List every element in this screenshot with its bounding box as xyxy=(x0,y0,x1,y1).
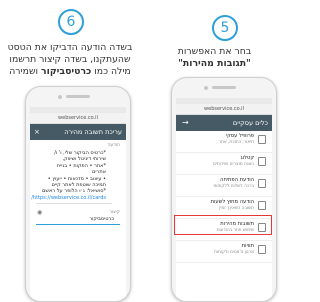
close-icon[interactable]: × xyxy=(34,124,40,140)
catalog-icon xyxy=(258,157,266,166)
message-field[interactable]: *כרטיס הביקור שלי, ו' ו/ שירותי דיגיטל ו… xyxy=(31,148,112,205)
appbar-title: כלים עסקיים xyxy=(232,119,268,127)
list-item-title: תוויות xyxy=(241,243,254,249)
step6-line-3: מילה כמו כרטיסביקור ושמירה xyxy=(9,66,131,77)
message-line: *אתר • הפקות • בניית אתרים xyxy=(56,162,106,176)
message-label: הודעה xyxy=(107,143,120,148)
label-icon xyxy=(258,245,266,254)
phone-left: webservice.co.il עריכת תשובה מהירה × הוד… xyxy=(25,86,131,302)
shortcut-word: כרטיסביקור xyxy=(41,66,92,77)
camera-icon[interactable]: ◉ xyxy=(37,209,42,216)
list-item-subtitle: תיאור, כתובת, אתר xyxy=(218,140,254,145)
phone-screen: webservice.co.il עריכת תשובה מהירה × הוד… xyxy=(30,107,126,301)
phone-right: webservice.co.il כלים עסקיים → פרופיל עס… xyxy=(171,77,277,302)
message-line: https://webservice.co.il/cards/ xyxy=(31,194,106,201)
list-item-subtitle: תשובה כשאינך זמין xyxy=(219,206,254,211)
phone-screen: webservice.co.il כלים עסקיים → פרופיל עס… xyxy=(176,98,272,301)
step5-instruction: בחר את האפשרות "תגובות מהירות" xyxy=(150,46,279,70)
list-item-subtitle: ארגון צ'אטים ולקוחות xyxy=(214,250,254,255)
appbar-title: עריכת תשובה מהירה xyxy=(64,128,122,136)
list-item-catalog[interactable]: קטלוג הצגת מוצרים ושירותים xyxy=(176,153,272,175)
phone-camera xyxy=(58,94,62,99)
step-number-6: 6 xyxy=(58,9,84,35)
step6-instruction: בשדה הודעה הדביקו את הטסט שהעתקנו, בשדה … xyxy=(0,42,140,78)
url-bar[interactable]: webservice.co.il xyxy=(176,104,272,115)
step5-line-2: "תגובות מהירות" xyxy=(178,58,251,69)
phone-speaker xyxy=(66,95,90,98)
step-number-5: 5 xyxy=(212,15,238,41)
list-item-greeting[interactable]: הודעת הפתיחה ברכה לשלוח ללקוחות xyxy=(176,175,272,197)
list-item-subtitle: הצגת מוצרים ושירותים xyxy=(213,162,254,167)
store-icon xyxy=(258,135,266,144)
edit-quick-reply-appbar: עריכת תשובה מהירה × xyxy=(30,124,126,140)
business-tools-appbar: כלים עסקיים → xyxy=(176,115,272,131)
quick-replies-highlight xyxy=(174,215,272,235)
list-item-business-profile[interactable]: פרופיל עסקי תיאור, כתובת, אתר xyxy=(176,131,272,153)
list-item-title: פרופיל עסקי xyxy=(225,133,254,139)
back-arrow-icon[interactable]: → xyxy=(182,115,189,131)
shortcut-label: קיצור xyxy=(109,210,120,216)
url-bar[interactable]: webservice.co.il xyxy=(30,113,126,124)
greeting-icon xyxy=(258,179,266,188)
step5-line-1: בחר את האפשרות xyxy=(177,46,252,57)
step6-line-1: בשדה הודעה הדביקו את הטסט xyxy=(7,42,133,53)
list-item-title: קטלוג xyxy=(240,155,254,161)
list-item-title: הודעה מחוץ לשעות xyxy=(210,199,254,205)
message-line: *סושיאל: ג׳ו הלופר על ראשם xyxy=(42,188,106,195)
away-icon xyxy=(258,201,266,210)
phone-camera xyxy=(204,85,208,90)
list-item-title: הודעת הפתיחה xyxy=(220,177,254,183)
step6-line-2: שהעתקנו, בשדה קיצור תרשמו xyxy=(9,54,131,65)
list-item-subtitle: ברכה לשלוח ללקוחות xyxy=(213,184,254,189)
list-item-labels[interactable]: תוויות ארגון צ'אטים ולקוחות xyxy=(176,241,272,263)
phone-speaker xyxy=(212,86,236,89)
shortcut-field[interactable]: כרטיסביקור xyxy=(36,215,120,226)
